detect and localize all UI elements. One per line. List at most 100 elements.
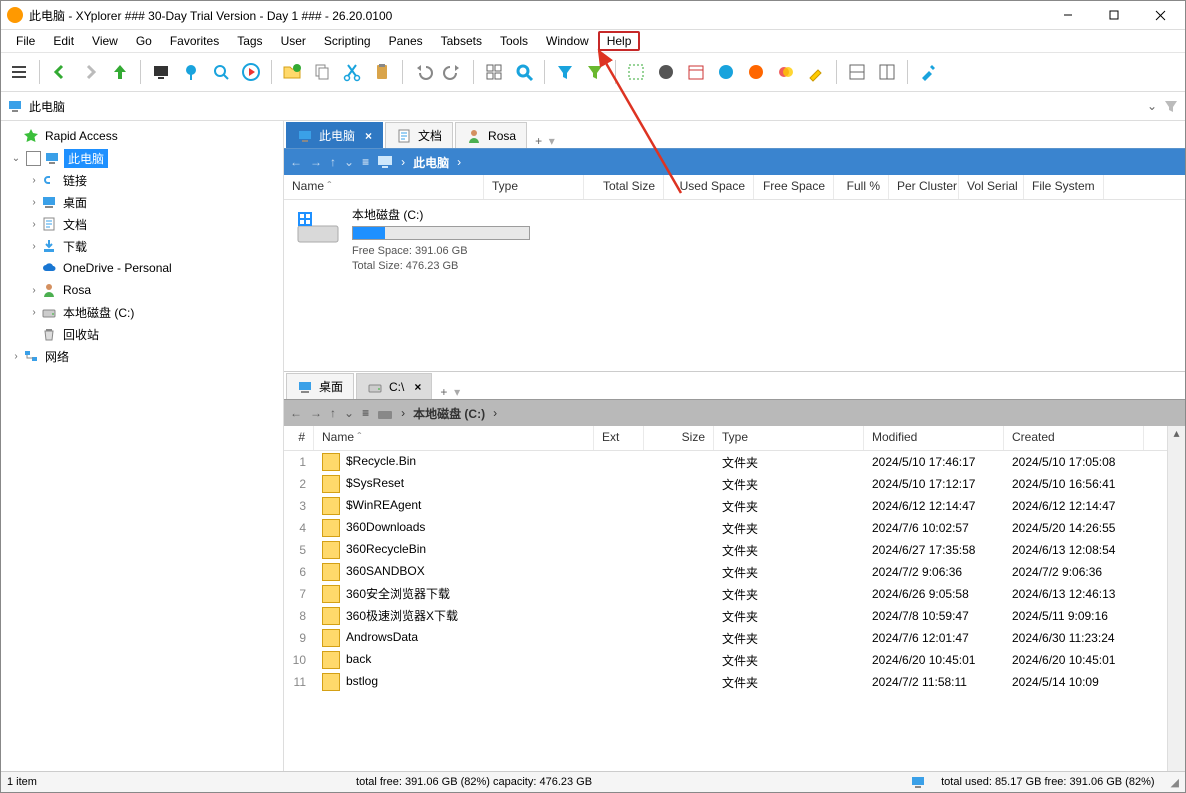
menu-view[interactable]: View (83, 31, 127, 51)
table-row[interactable]: 10back文件夹2024/6/20 10:45:012024/6/20 10:… (284, 649, 1167, 671)
col-header[interactable]: # (284, 426, 314, 450)
zoom-icon[interactable] (207, 58, 235, 86)
col-header[interactable]: File System (1024, 175, 1104, 199)
pane1-tabs[interactable]: 此电脑×文档Rosa+ ▾ (284, 121, 1185, 149)
resize-grip-icon[interactable]: ◢ (1171, 776, 1179, 789)
tree-item[interactable]: ›文档 (1, 213, 283, 235)
cut-icon[interactable] (338, 58, 366, 86)
menu-icon[interactable] (5, 58, 33, 86)
funnel-blue-icon[interactable] (551, 58, 579, 86)
nav-down-icon[interactable]: ⌄ (344, 406, 354, 420)
menu-tools[interactable]: Tools (491, 31, 537, 51)
menubar[interactable]: FileEditViewGoFavoritesTagsUserScripting… (1, 30, 1185, 53)
col-header[interactable]: Ext (594, 426, 644, 450)
tree-item[interactable]: ›Rosa (1, 279, 283, 301)
menu-file[interactable]: File (7, 31, 44, 51)
col-header[interactable]: Name ˆ (314, 426, 594, 450)
col-header[interactable]: Total Size (584, 175, 664, 199)
calendar-icon[interactable] (682, 58, 710, 86)
nav-up-icon[interactable]: ↑ (330, 155, 336, 169)
col-header[interactable]: Full % (834, 175, 889, 199)
new-tab-button[interactable]: + ▾ (527, 134, 563, 148)
undo-icon[interactable] (409, 58, 437, 86)
nav-up-icon[interactable]: ↑ (330, 406, 336, 420)
monitor-icon[interactable] (147, 58, 175, 86)
table-row[interactable]: 4360Downloads文件夹2024/7/6 10:02:572024/5/… (284, 517, 1167, 539)
tree-panel[interactable]: Rapid Access⌄此电脑›链接›桌面›文档›下载OneDrive - P… (1, 121, 284, 771)
col-header[interactable]: Type (484, 175, 584, 199)
checkbox[interactable] (26, 151, 41, 166)
table-row[interactable]: 2$SysReset文件夹2024/5/10 17:12:172024/5/10… (284, 473, 1167, 495)
tree-item[interactable]: OneDrive - Personal (1, 257, 283, 279)
table-row[interactable]: 8360极速浏览器X下载文件夹2024/7/8 10:59:472024/5/1… (284, 605, 1167, 627)
tree-item[interactable]: Rapid Access (1, 125, 283, 147)
split-v-icon[interactable] (873, 58, 901, 86)
table-row[interactable]: 7360安全浏览器下载文件夹2024/6/26 9:05:582024/6/13… (284, 583, 1167, 605)
close-button[interactable] (1137, 1, 1183, 29)
venn-icon[interactable] (772, 58, 800, 86)
tools-icon[interactable] (914, 58, 942, 86)
address-bar[interactable]: 此电脑 ⌄ (1, 92, 1185, 121)
crumb-segment[interactable]: 本地磁盘 (C:) (413, 405, 485, 422)
pane1-breadcrumb[interactable]: ← → ↑ ⌄ ≡ › 此电脑 › (284, 149, 1185, 175)
play-icon[interactable] (237, 58, 265, 86)
tab[interactable]: 此电脑× (286, 122, 383, 148)
minimize-button[interactable] (1045, 1, 1091, 29)
back-icon[interactable] (46, 58, 74, 86)
pane2-header[interactable]: #Name ˆExtSizeTypeModifiedCreated (284, 426, 1167, 451)
nav-back-icon[interactable]: ← (290, 406, 302, 420)
tab[interactable]: 桌面 (286, 373, 354, 399)
paste-icon[interactable] (368, 58, 396, 86)
copy-icon[interactable] (308, 58, 336, 86)
col-header[interactable]: Modified (864, 426, 1004, 450)
new-tab-button[interactable]: + ▾ (432, 385, 468, 399)
pane2-breadcrumb[interactable]: ← → ↑ ⌄ ≡ › 本地磁盘 (C:) › (284, 400, 1185, 426)
nav-back-icon[interactable]: ← (290, 155, 302, 169)
globe-icon[interactable] (712, 58, 740, 86)
split-h-icon[interactable] (843, 58, 871, 86)
tree-item[interactable]: ›网络 (1, 345, 283, 367)
nav-fwd-icon[interactable]: → (310, 155, 322, 169)
brush-icon[interactable] (802, 58, 830, 86)
nav-fwd-icon[interactable]: → (310, 406, 322, 420)
col-header[interactable]: Used Space (664, 175, 754, 199)
col-header[interactable]: Type (714, 426, 864, 450)
forward-icon[interactable] (76, 58, 104, 86)
funnel-green-icon[interactable] (581, 58, 609, 86)
close-icon[interactable]: × (414, 380, 421, 394)
table-row[interactable]: 1$Recycle.Bin文件夹2024/5/10 17:46:172024/5… (284, 451, 1167, 473)
tree-item[interactable]: ›下载 (1, 235, 283, 257)
circle-dark-icon[interactable] (652, 58, 680, 86)
close-icon[interactable]: × (365, 129, 372, 143)
tab[interactable]: C:\× (356, 373, 432, 399)
pane2-tabs[interactable]: 桌面C:\×+ ▾ (284, 372, 1185, 400)
tree-item[interactable]: 回收站 (1, 323, 283, 345)
menu-tabsets[interactable]: Tabsets (432, 31, 491, 51)
table-row[interactable]: 6360SANDBOX文件夹2024/7/2 9:06:362024/7/2 9… (284, 561, 1167, 583)
scrollbar[interactable]: ▴ (1167, 426, 1185, 771)
search-icon[interactable] (510, 58, 538, 86)
maximize-button[interactable] (1091, 1, 1137, 29)
menu-tags[interactable]: Tags (228, 31, 271, 51)
table-row[interactable]: 3$WinREAgent文件夹2024/6/12 12:14:472024/6/… (284, 495, 1167, 517)
drive-item[interactable]: 本地磁盘 (C:) Free Space: 391.06 GB Total Si… (294, 206, 1175, 274)
ball-orange-icon[interactable] (742, 58, 770, 86)
address-path[interactable]: 此电脑 (29, 98, 1141, 115)
menu-window[interactable]: Window (537, 31, 598, 51)
menu-go[interactable]: Go (127, 31, 161, 51)
tree-item[interactable]: ⌄此电脑 (1, 147, 283, 169)
menu-user[interactable]: User (272, 31, 315, 51)
pin-icon[interactable] (177, 58, 205, 86)
menu-panes[interactable]: Panes (380, 31, 432, 51)
menu-edit[interactable]: Edit (44, 31, 83, 51)
crumb-segment[interactable]: 此电脑 (413, 154, 449, 171)
folder-new-icon[interactable] (278, 58, 306, 86)
list-icon[interactable]: ≡ (362, 406, 369, 420)
tab[interactable]: 文档 (385, 122, 453, 148)
tree-item[interactable]: ›本地磁盘 (C:) (1, 301, 283, 323)
pane1-header[interactable]: Name ˆTypeTotal SizeUsed SpaceFree Space… (284, 175, 1185, 200)
col-header[interactable]: Size (644, 426, 714, 450)
list-icon[interactable]: ≡ (362, 155, 369, 169)
dropdown-icon[interactable]: ⌄ (1147, 99, 1157, 113)
col-header[interactable]: Free Space (754, 175, 834, 199)
